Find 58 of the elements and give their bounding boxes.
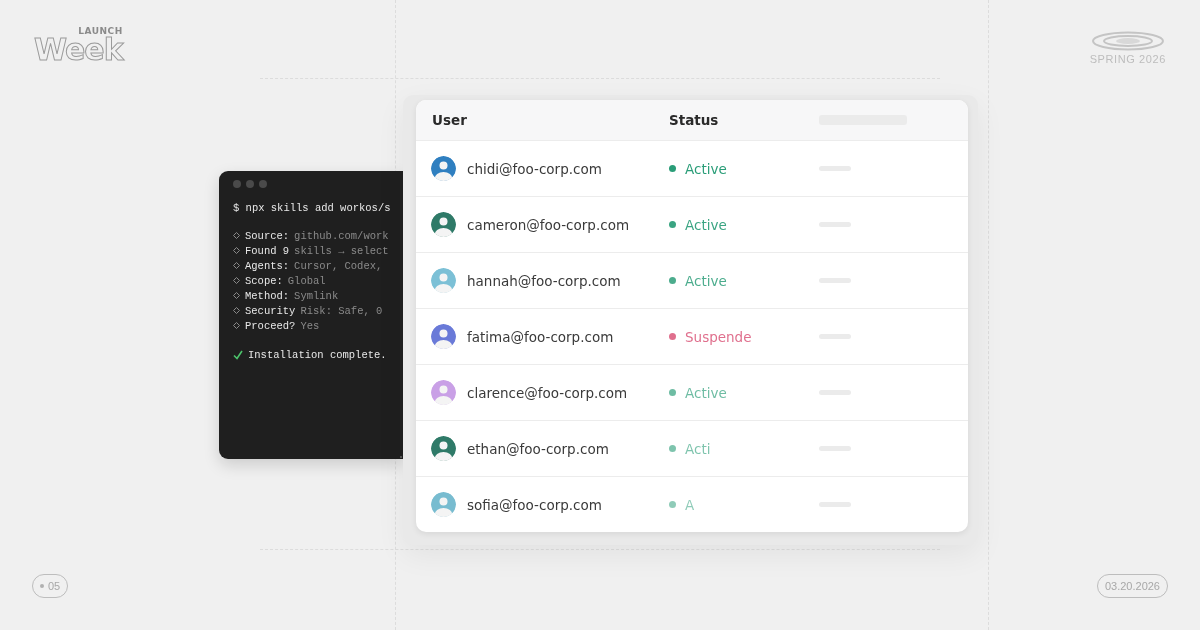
avatar-icon <box>431 492 456 517</box>
status-dot <box>669 221 676 228</box>
step-label: Scope: <box>245 274 283 287</box>
status-dot <box>669 333 676 340</box>
launch-week-logo: Week LAUNCH <box>33 26 125 64</box>
status-label: Suspende <box>685 328 752 345</box>
column-header: Status <box>669 112 720 128</box>
status-label: Active <box>685 384 727 401</box>
avatar-icon <box>431 156 456 181</box>
avatar-icon <box>431 436 456 461</box>
step-value: Global <box>287 274 326 287</box>
user-email: cameron@foo-corp.com <box>467 216 630 233</box>
step-label: Security <box>245 304 296 317</box>
user-email: chidi@foo-corp.com <box>467 160 602 177</box>
episode-number: 05 <box>48 580 61 592</box>
user-email: fatima@foo-corp.com <box>467 328 614 345</box>
diamond-icon <box>233 322 240 329</box>
status-dot <box>669 277 676 284</box>
status-label: A <box>685 496 695 513</box>
diamond-icon <box>233 277 240 284</box>
status-label: Acti <box>685 440 711 457</box>
check-icon <box>233 349 243 360</box>
step-label: Proceed? <box>245 319 296 332</box>
step-value: Yes <box>300 319 320 332</box>
status-dot <box>669 501 676 508</box>
status-dot <box>669 445 676 452</box>
avatar-icon <box>431 268 456 293</box>
diamond-icon <box>233 307 240 314</box>
ring-logo-icon <box>1090 31 1165 51</box>
user-email: hannah@foo-corp.com <box>467 272 621 289</box>
success-message: Installation complete. <box>248 348 387 361</box>
step-label: Source: <box>245 229 290 242</box>
avatar-icon <box>431 324 456 349</box>
user-email: clarence@foo-corp.com <box>467 384 628 401</box>
step-value: github.com/work <box>294 229 389 242</box>
terminal-command: $ npx skills add workos/s <box>233 202 392 214</box>
window-controls-icon <box>233 180 267 188</box>
step-value: Symlink <box>294 289 339 302</box>
avatar-icon <box>431 212 456 237</box>
user-email: ethan@foo-corp.com <box>467 440 609 457</box>
step-label: Found 9 <box>245 244 290 257</box>
status-label: Active <box>685 160 727 177</box>
column-header: User <box>431 112 468 128</box>
user-email: sofia@foo-corp.com <box>467 496 602 513</box>
diamond-icon <box>233 292 240 299</box>
step-value: Risk: Safe, 0 <box>300 304 383 317</box>
status-dot <box>669 165 676 172</box>
status-label: Active <box>685 272 727 289</box>
avatar-icon <box>431 380 456 405</box>
step-value: Cursor, Codex, <box>294 259 383 272</box>
status-label: Active <box>685 216 727 233</box>
status-dot <box>669 389 676 396</box>
diamond-icon <box>233 232 240 239</box>
step-value: skills → select <box>294 244 389 257</box>
diamond-icon <box>233 262 240 269</box>
diamond-icon <box>233 247 240 254</box>
step-label: Method: <box>245 289 290 302</box>
step-label: Agents: <box>245 259 290 272</box>
